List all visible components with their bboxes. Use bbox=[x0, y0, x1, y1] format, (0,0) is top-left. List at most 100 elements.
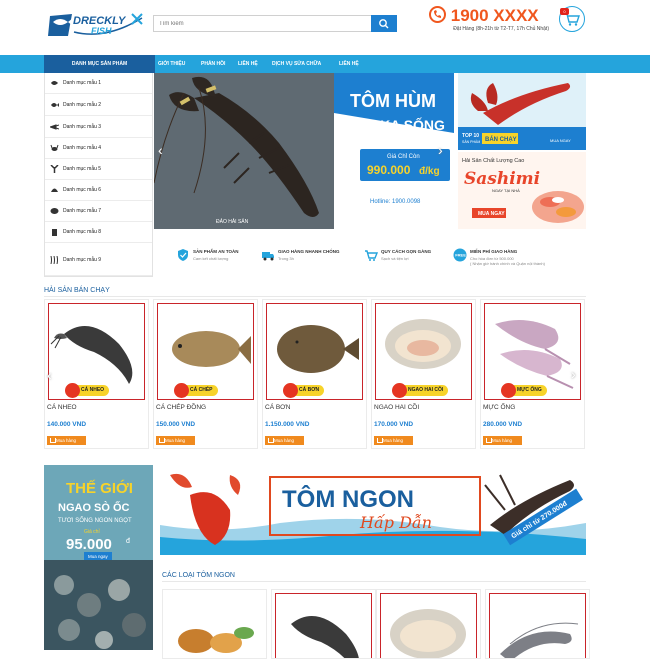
feature-fast-delivery: GIAO HÀNG NHANH CHÓNG Trong 3h bbox=[261, 245, 356, 273]
product-image[interactable] bbox=[166, 593, 263, 658]
sidebar-item-7[interactable]: Danh mục mẫu 7 bbox=[45, 201, 152, 222]
hero-slider[interactable]: TÔM HÙM ALASKA SỐNG Giá Chỉ Còn 990.000 … bbox=[154, 73, 454, 229]
carousel-next-arrow[interactable]: › bbox=[571, 367, 581, 381]
side-banner-line1: THẾ GIỚI bbox=[66, 479, 133, 497]
product-image[interactable]: CÁ NHEO bbox=[48, 303, 145, 400]
search-button[interactable] bbox=[371, 15, 397, 32]
sidebar-item-3[interactable]: Danh mục mẫu 3 bbox=[45, 117, 152, 138]
search-bar bbox=[153, 15, 397, 32]
feature-title: MIỄN PHÍ GIAO HÀNG bbox=[470, 249, 518, 254]
product-card[interactable]: CÁ CHÉP CÁ CHÉP ĐỒNG 150.000 VND Mua hàn… bbox=[153, 299, 258, 449]
product-image[interactable]: NGAO HAI CỒI bbox=[375, 303, 472, 400]
buy-button[interactable]: Mua hàng bbox=[156, 436, 195, 445]
product-tag: NGAO HAI CỒI bbox=[392, 383, 449, 398]
product-name[interactable]: CÁ CHÉP ĐỒNG bbox=[156, 404, 206, 411]
buy-button[interactable]: Mua hàng bbox=[374, 436, 413, 445]
truck-icon bbox=[262, 252, 274, 261]
clam-image bbox=[390, 609, 466, 658]
buy-button[interactable]: Mua hàng bbox=[265, 436, 304, 445]
buy-button[interactable]: Mua hàng bbox=[483, 436, 522, 445]
feature-free-shipping: FREE MIỄN PHÍ GIAO HÀNG Cho hóa đơn từ 5… bbox=[453, 245, 583, 273]
banner-hotline: Hotline: 1900.0098 bbox=[370, 199, 421, 205]
nav-item-feedback[interactable]: PHẢN HỒI bbox=[201, 55, 225, 73]
promo2-brand: Sashimi bbox=[464, 169, 540, 189]
shellfish-banner[interactable]: THẾ GIỚI NGAO SÒ ỐC TƯƠI SỐNG NGON NGỌT … bbox=[44, 465, 153, 650]
product-tag: CÁ CHÉP bbox=[174, 383, 218, 398]
sidebar-item-6[interactable]: Danh mục mẫu 6 bbox=[45, 180, 152, 201]
feature-sub: Trong 3h bbox=[278, 256, 294, 261]
catfish-image bbox=[291, 616, 359, 658]
sidebar-item-4[interactable]: Danh mục mẫu 4 bbox=[45, 138, 152, 159]
shrimp-banner[interactable]: TÔM NGON Hấp Dẫn Giá chỉ từ 270.000đ bbox=[160, 465, 586, 555]
seaweed-icon bbox=[50, 256, 58, 264]
sidebar-item-2[interactable]: Danh mục mẫu 2 bbox=[45, 95, 152, 116]
promo-sashimi[interactable]: Hải Sản Chất Lượng Cao Sashimi NGAY TẠI … bbox=[458, 152, 586, 229]
sidebar-item-9[interactable]: Danh mục mẫu 9 bbox=[45, 244, 152, 276]
product-card[interactable] bbox=[162, 589, 267, 659]
product-name[interactable]: CÁ NHEO bbox=[47, 404, 77, 411]
nav-item-repair-service[interactable]: DỊCH VỤ SỬA CHỮA bbox=[272, 55, 321, 73]
nav-item-about[interactable]: GIỚI THIỆU bbox=[158, 55, 185, 73]
squid-image bbox=[495, 320, 574, 389]
slider-prev-arrow[interactable]: ‹ bbox=[158, 143, 168, 157]
buy-button[interactable]: Mua hàng bbox=[47, 436, 86, 445]
product-price: 140.000 VND bbox=[47, 421, 87, 428]
product-image[interactable]: CÁ CHÉP bbox=[157, 303, 254, 400]
sidebar-item-1[interactable]: Danh mục mẫu 1 bbox=[45, 73, 152, 94]
product-name[interactable]: MỰC ỐNG bbox=[483, 404, 515, 411]
product-image[interactable]: CÁ BƠN bbox=[266, 303, 363, 400]
product-card[interactable] bbox=[271, 589, 376, 659]
svg-text:FREE: FREE bbox=[455, 253, 466, 258]
promo1-badge-main: BÁN CHẠY bbox=[485, 136, 517, 143]
carousel-prev-arrow[interactable]: ‹ bbox=[47, 368, 57, 382]
squid-icon bbox=[50, 124, 59, 130]
hotline[interactable]: 1900 XXXX bbox=[429, 6, 547, 28]
product-price: 150.000 VND bbox=[156, 421, 196, 428]
product-card[interactable]: CÁ BƠN CÁ BƠN 1.150.000 VND Mua hàng bbox=[262, 299, 367, 449]
catfish-image bbox=[50, 326, 133, 384]
sidebar-item-5[interactable]: Danh mục mẫu 5 bbox=[45, 159, 152, 180]
promo2-sub: NGAY TẠI NHÀ bbox=[492, 188, 520, 193]
product-tag: CÁ BƠN bbox=[283, 383, 325, 398]
feature-neat-packing: QUY CÁCH GỌN GÀNG Sạch và tiện lợi bbox=[364, 245, 444, 273]
search-input[interactable] bbox=[154, 16, 369, 31]
product-image[interactable] bbox=[489, 593, 586, 658]
side-banner-button: Mua ngay bbox=[88, 554, 109, 559]
nav-item-contact[interactable]: LIÊN HỆ bbox=[238, 55, 258, 73]
product-name[interactable]: CÁ BƠN bbox=[265, 404, 290, 411]
nav-item-contact-2[interactable]: LIÊN HỆ bbox=[339, 55, 359, 73]
banner-price: 990.000 bbox=[367, 163, 411, 177]
shield-check-icon bbox=[178, 249, 188, 261]
product-card[interactable]: CÁ NHEO CÁ NHEO 140.000 VND Mua hàng ‹ bbox=[44, 299, 149, 449]
promo2-title: Hải Sản Chất Lượng Cao bbox=[462, 158, 524, 164]
feature-title: SẢN PHẨM AN TOÀN bbox=[193, 249, 239, 254]
product-card[interactable]: MỰC ỐNG MỰC ỐNG 280.000 VND Mua hàng bbox=[480, 299, 585, 449]
product-image[interactable]: MỰC ỐNG bbox=[484, 303, 581, 400]
fish-icon bbox=[51, 81, 58, 85]
product-price: 280.000 VND bbox=[483, 421, 523, 428]
product-card[interactable] bbox=[485, 589, 590, 659]
category-menu-header[interactable]: DANH MỤC SẢN PHẨM bbox=[44, 55, 155, 73]
product-tag: CÁ NHEO bbox=[65, 383, 110, 398]
product-image[interactable] bbox=[380, 593, 477, 658]
sidebar-item-8[interactable]: Danh mục mẫu 8 bbox=[45, 222, 152, 243]
slider-next-arrow[interactable]: › bbox=[438, 143, 448, 157]
side-banner-price-label: Giá chỉ bbox=[84, 528, 100, 535]
shrimp-image bbox=[500, 622, 579, 658]
side-banner-line3: TƯƠI SỐNG NGON NGỌT bbox=[58, 517, 132, 524]
banner-price-label: Giá Chỉ Còn bbox=[387, 153, 420, 160]
product-card[interactable]: NGAO HAI CỒI NGAO HAI CỒI 170.000 VND Mu… bbox=[371, 299, 476, 449]
category-sidebar: Danh mục mẫu 1 Danh mục mẫu 2 Danh mục m… bbox=[44, 73, 153, 277]
promo-best-seller[interactable]: TOP 10 SẢN PHẨM BÁN CHẠY MUA NGAY bbox=[458, 73, 586, 150]
product-image[interactable] bbox=[275, 593, 372, 658]
banner-title-line1: TÔM HÙM bbox=[350, 90, 436, 111]
logo-text-bottom: FISH bbox=[91, 26, 112, 36]
cart-button[interactable]: 0 bbox=[559, 6, 585, 32]
product-card[interactable] bbox=[376, 589, 481, 659]
product-name[interactable]: NGAO HAI CỒI bbox=[374, 404, 419, 411]
site-logo[interactable]: DRECKLY FISH bbox=[46, 10, 144, 40]
can-icon bbox=[50, 208, 59, 214]
big-banner-title: TÔM NGON bbox=[282, 485, 414, 513]
feature-safe-products: SẢN PHẨM AN TOÀN Cam kết chất lượng bbox=[176, 245, 256, 273]
cart-count-badge: 0 bbox=[560, 8, 569, 15]
